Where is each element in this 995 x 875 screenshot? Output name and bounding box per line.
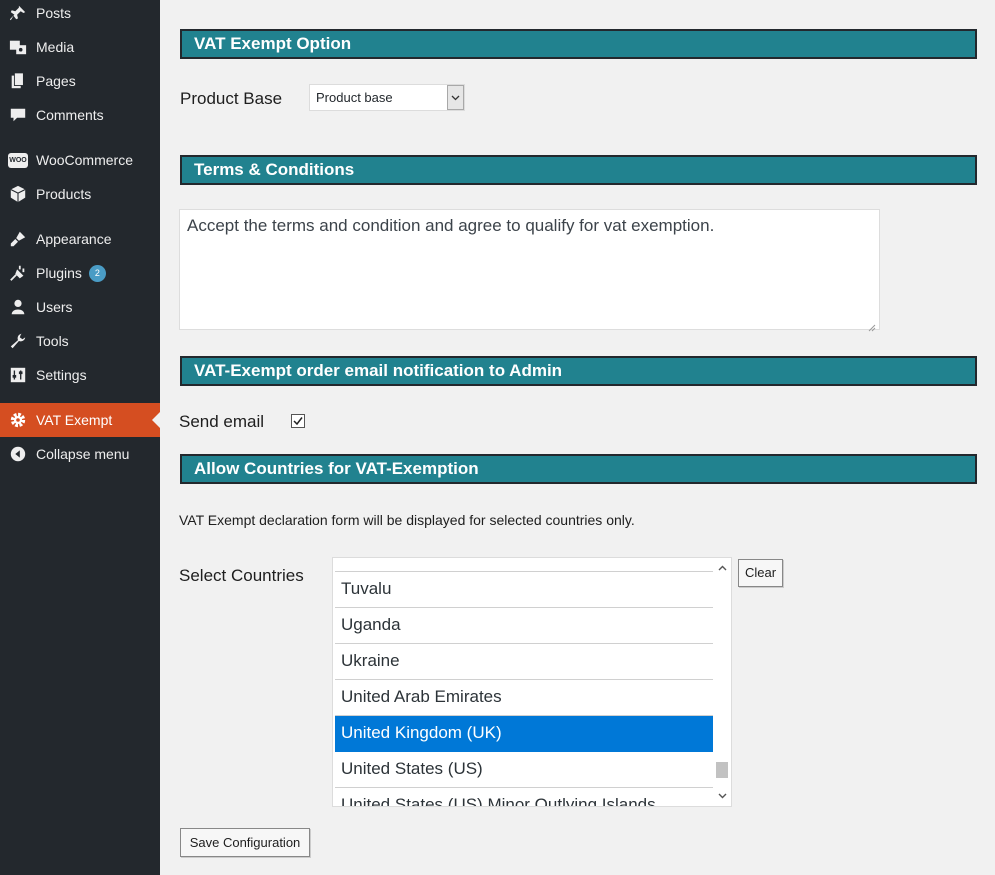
collapse-menu-button[interactable]: Collapse menu bbox=[0, 437, 160, 471]
sidebar-item-label: VAT Exempt bbox=[36, 412, 113, 428]
clear-countries-button[interactable]: Clear bbox=[738, 559, 783, 587]
send-email-checkbox[interactable] bbox=[291, 414, 305, 428]
scroll-down-icon[interactable] bbox=[713, 788, 731, 804]
product-base-select[interactable]: Product base bbox=[309, 84, 465, 111]
sidebar-item-label: WooCommerce bbox=[36, 152, 133, 168]
sidebar-item-media[interactable]: Media bbox=[0, 30, 160, 64]
countries-scrollbar[interactable] bbox=[713, 558, 731, 806]
product-base-selected-value: Product base bbox=[316, 90, 393, 105]
sidebar-item-posts[interactable]: Posts bbox=[0, 0, 160, 30]
terms-textarea[interactable]: Accept the terms and condition and agree… bbox=[179, 209, 880, 332]
woocommerce-icon: WOO bbox=[8, 150, 28, 170]
pin-icon bbox=[8, 3, 28, 23]
collapse-icon bbox=[8, 444, 28, 464]
countries-description: VAT Exempt declaration form will be disp… bbox=[179, 512, 635, 528]
country-option[interactable]: United States (US) bbox=[335, 752, 713, 788]
brush-icon bbox=[8, 229, 28, 249]
sidebar-item-vat-exempt[interactable]: VAT Exempt bbox=[0, 403, 160, 437]
sidebar-item-users[interactable]: Users bbox=[0, 290, 160, 324]
country-option[interactable]: United States (US) Minor Outlying Island… bbox=[335, 788, 713, 806]
select-countries-label: Select Countries bbox=[179, 566, 304, 585]
comment-icon bbox=[8, 105, 28, 125]
section-header-terms: Terms & Conditions bbox=[180, 155, 977, 185]
pages-icon bbox=[8, 71, 28, 91]
sidebar-item-settings[interactable]: Settings bbox=[0, 358, 160, 392]
send-email-label: Send email bbox=[179, 412, 265, 431]
user-icon bbox=[8, 297, 28, 317]
save-configuration-button[interactable]: Save Configuration bbox=[180, 828, 310, 857]
sidebar-item-appearance[interactable]: Appearance bbox=[0, 222, 160, 256]
wrench-icon bbox=[8, 331, 28, 351]
sidebar-item-pages[interactable]: Pages bbox=[0, 64, 160, 98]
checkmark-icon bbox=[293, 417, 303, 426]
sidebar-item-label: Plugins bbox=[36, 265, 82, 281]
sidebar-item-label: Appearance bbox=[36, 231, 112, 247]
chevron-down-icon[interactable] bbox=[447, 85, 464, 110]
country-option[interactable]: Tuvalu bbox=[335, 572, 713, 608]
settings-icon bbox=[8, 365, 28, 385]
country-option-selected[interactable]: United Kingdom (UK) bbox=[335, 716, 713, 752]
sidebar-item-label: Settings bbox=[36, 367, 87, 383]
country-option[interactable]: United Arab Emirates bbox=[335, 680, 713, 716]
country-option[interactable]: Turks and Caicos Islands bbox=[335, 558, 713, 572]
resize-grip-icon[interactable] bbox=[867, 317, 876, 332]
sidebar-item-label: Media bbox=[36, 39, 75, 55]
sidebar-item-label: Comments bbox=[36, 107, 104, 123]
sidebar-item-plugins[interactable]: Plugins 2 bbox=[0, 256, 160, 290]
scrollbar-thumb[interactable] bbox=[716, 762, 728, 778]
box-icon bbox=[8, 184, 28, 204]
terms-text: Accept the terms and condition and agree… bbox=[187, 216, 715, 235]
sidebar-item-label: Tools bbox=[36, 333, 69, 349]
gear-icon bbox=[8, 410, 28, 430]
scroll-up-icon[interactable] bbox=[713, 560, 731, 576]
sidebar-item-label: Users bbox=[36, 299, 73, 315]
plugins-update-badge: 2 bbox=[88, 264, 106, 282]
sidebar-item-label: Pages bbox=[36, 73, 76, 89]
country-option[interactable]: Ukraine bbox=[335, 644, 713, 680]
country-option[interactable]: Uganda bbox=[335, 608, 713, 644]
section-header-email-notification: VAT-Exempt order email notification to A… bbox=[180, 356, 977, 386]
sidebar-item-label: Products bbox=[36, 186, 92, 202]
sidebar-item-woocommerce[interactable]: WOO WooCommerce bbox=[0, 143, 160, 177]
sidebar-item-label: Collapse menu bbox=[36, 446, 130, 462]
sidebar-item-comments[interactable]: Comments bbox=[0, 98, 160, 132]
sidebar-item-label: Posts bbox=[36, 5, 72, 21]
sidebar-item-tools[interactable]: Tools bbox=[0, 324, 160, 358]
plug-icon bbox=[8, 263, 28, 283]
section-header-allow-countries: Allow Countries for VAT-Exemption bbox=[180, 454, 977, 484]
admin-sidebar: Posts Media Pages Comments WOO WooCommer… bbox=[0, 0, 160, 875]
sidebar-item-products[interactable]: Products bbox=[0, 177, 160, 211]
media-icon bbox=[8, 37, 28, 57]
countries-multiselect[interactable]: Turks and Caicos Islands Tuvalu Uganda U… bbox=[332, 557, 732, 807]
product-base-label: Product Base bbox=[180, 89, 283, 108]
section-header-vat-exempt-option: VAT Exempt Option bbox=[180, 29, 977, 59]
